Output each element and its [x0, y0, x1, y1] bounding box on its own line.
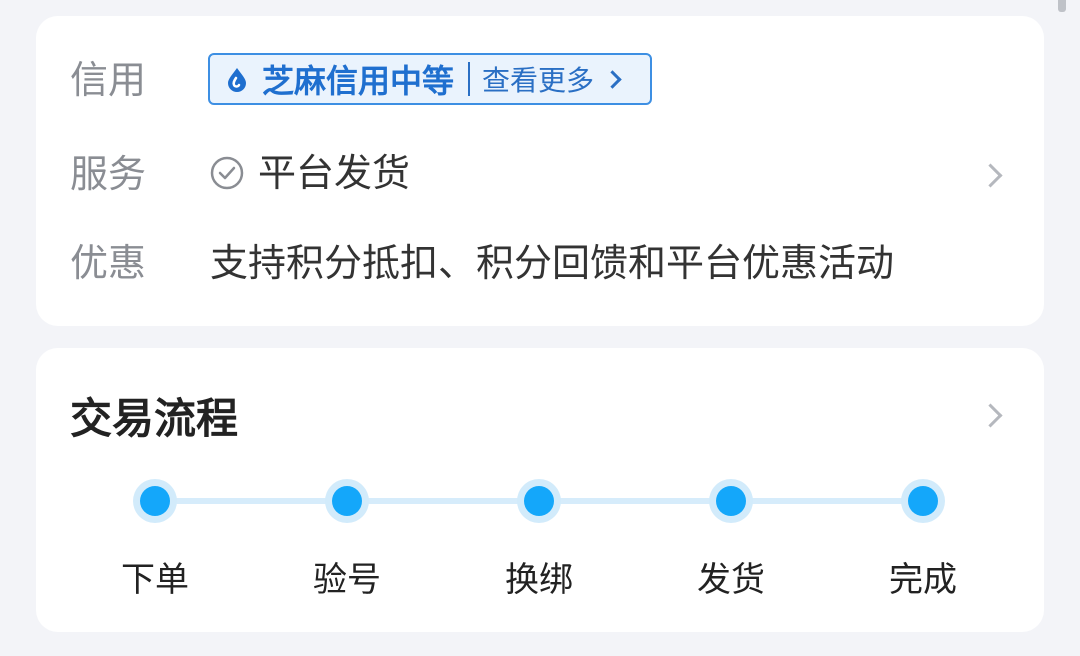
- badge-divider: [468, 62, 471, 96]
- step-dot-2: [325, 479, 369, 523]
- trade-process-title: 交易流程: [70, 394, 239, 443]
- promo-text: 支持积分抵扣、积分回馈和平台优惠活动: [210, 241, 895, 285]
- trade-process-card[interactable]: 交易流程 下单 验号 换绑 发货 完成: [36, 348, 1044, 632]
- step-dot-4: [709, 479, 753, 523]
- credit-label: 信用: [70, 58, 147, 102]
- process-chevron-icon[interactable]: [978, 403, 1003, 428]
- scroll-indicator[interactable]: [1058, 0, 1066, 12]
- service-value: 平台发货: [210, 154, 410, 192]
- step-label-5: 完成: [889, 560, 957, 600]
- water-drop-icon: [228, 68, 246, 92]
- step-dot-5: [901, 479, 945, 523]
- view-more-link[interactable]: 查看更多: [482, 59, 594, 99]
- promo-label: 优惠: [70, 241, 147, 285]
- step-dot-3: [517, 479, 561, 523]
- credit-badge[interactable]: 芝麻信用中等 查看更多: [208, 53, 652, 105]
- chevron-right-icon: [603, 69, 622, 89]
- service-text: 平台发货: [258, 151, 411, 195]
- service-label: 服务: [70, 152, 147, 196]
- step-label-1: 下单: [121, 560, 189, 600]
- step-label-2: 验号: [313, 560, 381, 600]
- step-label-4: 发货: [697, 560, 765, 600]
- step-dot-1: [133, 479, 177, 523]
- check-circle-icon: [210, 156, 244, 190]
- credit-level-text: 芝麻信用中等: [262, 62, 455, 100]
- service-chevron-icon[interactable]: [978, 163, 1003, 188]
- product-info-card: 信用 芝麻信用中等 查看更多 服务 平台发货 优惠 支持积分抵扣、积分回馈和平台…: [36, 16, 1044, 326]
- step-label-3: 换绑: [505, 560, 573, 600]
